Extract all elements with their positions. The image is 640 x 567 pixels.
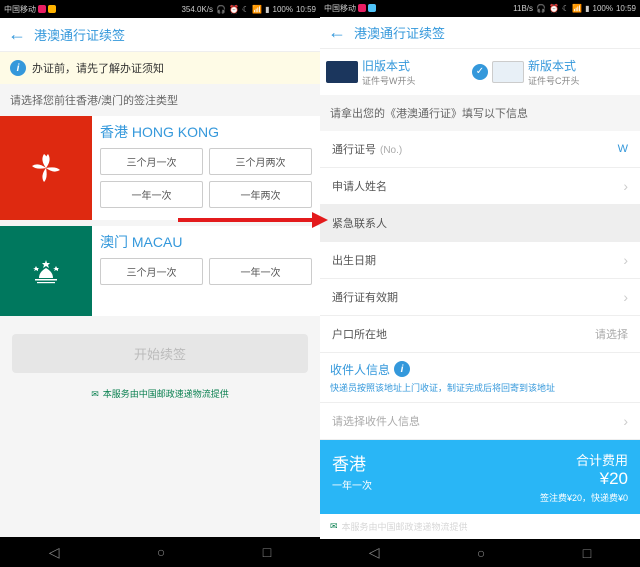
nav-home-icon[interactable]: ○: [157, 544, 165, 560]
chevron-right-icon: ›: [623, 413, 628, 429]
dnd-icon: ☾: [242, 5, 249, 14]
dnd-icon: ☾: [562, 4, 569, 13]
card-type-selector: 旧版本式 证件号W开头 ✓ 新版本式 证件号C开头: [320, 49, 640, 95]
wifi-icon: 📶: [252, 5, 262, 14]
field-birth-date[interactable]: 出生日期 ›: [320, 242, 640, 279]
total-summary: 香港 一年一次 合计费用 ¥20 签注费¥20，快递费¥0: [320, 440, 640, 514]
app-dot: [358, 4, 366, 12]
hk-option-3month-twice[interactable]: 三个月两次: [209, 148, 312, 175]
phone-left: 中国移动 354.0K/s 🎧 ⏰ ☾ 📶 ▮ 100% 10:59 ← 港澳通…: [0, 0, 320, 567]
chevron-right-icon: ›: [623, 252, 628, 268]
field-permit-expire[interactable]: 通行证有效期 ›: [320, 279, 640, 316]
provider-note: ✉ 本服务由中国邮政速递物流提供: [320, 514, 640, 539]
check-icon: ✓: [472, 64, 488, 80]
clock: 10:59: [296, 5, 316, 14]
android-nav: ◁ ○ □: [0, 537, 320, 567]
app-dot: [38, 5, 46, 13]
nav-recent-icon[interactable]: □: [263, 544, 271, 560]
macau-title: 澳门 MACAU: [100, 232, 312, 252]
recipient-note: 快递员按照该地址上门收证，制证完成后将回寄到该地址: [330, 381, 630, 394]
id-card-icon: [492, 61, 524, 83]
net-speed: 11B/s: [513, 4, 533, 13]
destination-macau: 澳门 MACAU 三个月一次 一年一次: [0, 226, 320, 316]
section-label: 请选择您前往香港/澳门的签注类型: [0, 84, 320, 116]
field-applicant-name[interactable]: 申请人姓名 ›: [320, 168, 640, 205]
passport-icon: [326, 61, 358, 83]
chevron-right-icon: ›: [623, 289, 628, 305]
net-speed: 354.0K/s: [181, 5, 213, 14]
total-dest: 香港: [332, 450, 372, 475]
hukou-placeholder: 请选择: [595, 326, 628, 342]
page-title: 港澳通行证续签: [34, 25, 125, 44]
nav-back-icon[interactable]: ◁: [49, 544, 60, 561]
phone-right: 中国移动 11B/s 🎧 ⏰ ☾ 📶 ▮ 100% 10:59 ← 港澳通行证续…: [320, 0, 640, 567]
provider-note: 本服务由中国邮政速递物流提供: [0, 383, 320, 410]
recipient-header: 收件人信息 i 快递员按照该地址上门收证，制证完成后将回寄到该地址: [320, 353, 640, 403]
app-dot: [368, 4, 376, 12]
status-bar: 中国移动 354.0K/s 🎧 ⏰ ☾ 📶 ▮ 100% 10:59: [0, 0, 320, 18]
back-icon[interactable]: ←: [8, 24, 26, 45]
clock: 10:59: [616, 4, 636, 13]
card-type-new[interactable]: 新版本式 证件号C开头: [492, 57, 634, 87]
destination-hongkong: 香港 HONG KONG 三个月一次 三个月两次 一年一次 一年两次: [0, 116, 320, 220]
flag-hongkong: [0, 116, 92, 220]
signal-icon: ▮: [265, 5, 269, 14]
card-new-sub: 证件号C开头: [528, 74, 580, 87]
notice-text: 办证前，请先了解办证须知: [32, 60, 164, 76]
carrier: 中国移动: [324, 3, 356, 14]
flag-macau: [0, 226, 92, 316]
macau-option-3month-once[interactable]: 三个月一次: [100, 258, 203, 285]
card-old-sub: 证件号W开头: [362, 74, 416, 87]
permit-no-value: W: [618, 143, 628, 155]
hk-option-3month-once[interactable]: 三个月一次: [100, 148, 203, 175]
card-old-title: 旧版本式: [362, 57, 416, 74]
form-prompt: 请拿出您的《港澳通行证》填写以下信息: [320, 95, 640, 131]
field-recipient-select[interactable]: 请选择收件人信息 ›: [320, 403, 640, 440]
total-label: 合计费用: [540, 450, 628, 469]
macau-option-1year-once[interactable]: 一年一次: [209, 258, 312, 285]
total-type: 一年一次: [332, 477, 372, 492]
field-hukou[interactable]: 户口所在地 请选择: [320, 316, 640, 353]
status-bar: 中国移动 11B/s 🎧 ⏰ ☾ 📶 ▮ 100% 10:59: [320, 0, 640, 17]
hk-option-1year-twice[interactable]: 一年两次: [209, 181, 312, 208]
app-header: ← 港澳通行证续签: [320, 17, 640, 49]
start-button[interactable]: 开始续签: [12, 334, 308, 373]
page-title: 港澳通行证续签: [354, 23, 445, 42]
recipient-title: 收件人信息: [330, 361, 390, 378]
field-permit-no[interactable]: 通行证号(No.) W: [320, 131, 640, 168]
battery: 100%: [593, 4, 613, 13]
nav-home-icon[interactable]: ○: [477, 545, 485, 561]
info-icon[interactable]: i: [394, 361, 410, 377]
nav-recent-icon[interactable]: □: [583, 545, 591, 561]
field-emergency-contact[interactable]: 紧急联系人: [320, 205, 640, 242]
chevron-right-icon: ›: [623, 178, 628, 194]
battery: 100%: [273, 5, 293, 14]
app-header: ← 港澳通行证续签: [0, 18, 320, 52]
android-nav: ◁ ○ □: [320, 539, 640, 567]
headphone-icon: 🎧: [536, 4, 546, 13]
signal-icon: ▮: [585, 4, 589, 13]
card-new-title: 新版本式: [528, 57, 580, 74]
notice-banner[interactable]: i 办证前，请先了解办证须知: [0, 52, 320, 84]
alarm-icon: ⏰: [229, 5, 239, 14]
back-icon[interactable]: ←: [328, 22, 346, 43]
app-dot: [48, 5, 56, 13]
wifi-icon: 📶: [572, 4, 582, 13]
hk-option-1year-once[interactable]: 一年一次: [100, 181, 203, 208]
total-amount: ¥20: [540, 469, 628, 489]
carrier: 中国移动: [4, 4, 36, 15]
headphone-icon: 🎧: [216, 5, 226, 14]
info-icon: i: [10, 60, 26, 76]
hk-title: 香港 HONG KONG: [100, 122, 312, 142]
card-type-old[interactable]: 旧版本式 证件号W开头: [326, 57, 468, 87]
alarm-icon: ⏰: [549, 4, 559, 13]
nav-back-icon[interactable]: ◁: [369, 544, 380, 561]
total-detail: 签注费¥20，快递费¥0: [540, 491, 628, 504]
